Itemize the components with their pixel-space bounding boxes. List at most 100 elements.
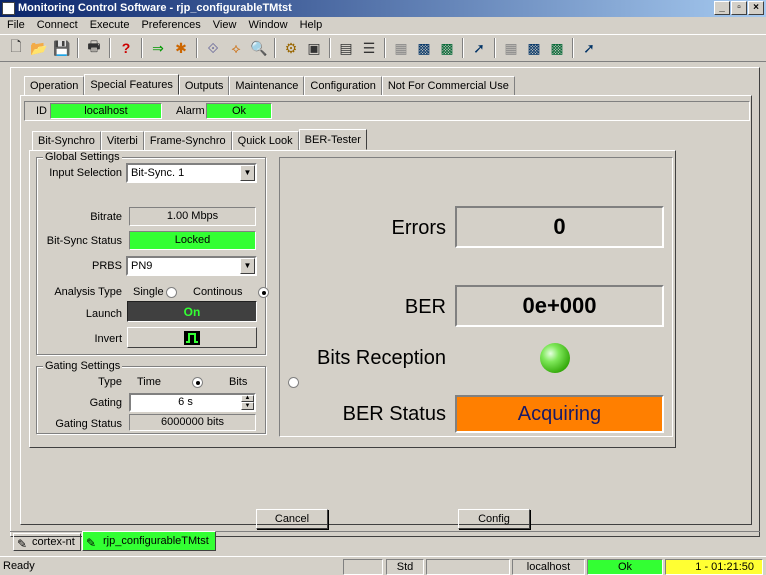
- type-label: Type: [98, 376, 122, 388]
- title-bar[interactable]: Monitoring Control Software - rjp_config…: [0, 0, 766, 17]
- list-icon[interactable]: ☰: [359, 38, 379, 58]
- bitrate-label: Bitrate: [90, 211, 122, 223]
- tab-frame-synchro[interactable]: Frame-Synchro: [143, 131, 232, 151]
- toolbar-separator: [141, 38, 143, 58]
- prbs-value: PN9: [131, 260, 153, 272]
- chart-3-icon[interactable]: ▩: [524, 38, 544, 58]
- prbs-label: PRBS: [92, 260, 122, 272]
- window-title: Monitoring Control Software - rjp_config…: [18, 2, 292, 14]
- ber-status-label: BER Status: [342, 403, 446, 425]
- status-cell-empty: [426, 559, 510, 575]
- config-button[interactable]: Config: [458, 509, 530, 529]
- ber-label: BER: [404, 296, 446, 318]
- new-file-icon[interactable]: 🗋: [6, 38, 26, 58]
- chevron-down-icon[interactable]: ▼: [240, 165, 255, 181]
- status-time: 1 - 01:21:50: [665, 559, 763, 575]
- toolbar-separator: [572, 38, 574, 58]
- gating-spinbox[interactable]: 6 s ▲ ▼: [129, 393, 256, 412]
- settings-icon[interactable]: ⚙: [281, 38, 301, 58]
- tab-maintenance[interactable]: Maintenance: [229, 76, 305, 96]
- bitsync-status-value: Locked: [129, 231, 256, 250]
- tab-outputs[interactable]: Outputs: [178, 76, 230, 96]
- cancel-button[interactable]: Cancel: [256, 509, 328, 529]
- zoom-icon[interactable]: 🔍: [249, 38, 269, 58]
- close-button[interactable]: ×: [748, 1, 764, 15]
- menu-connect[interactable]: Connect: [32, 17, 83, 34]
- menu-execute[interactable]: Execute: [85, 17, 135, 34]
- panel-icon[interactable]: ▣: [304, 38, 324, 58]
- grid-icon[interactable]: ▦: [391, 38, 411, 58]
- help-icon[interactable]: ?: [116, 38, 136, 58]
- signal-icon[interactable]: ➚: [469, 38, 489, 58]
- chevron-down-icon[interactable]: ▼: [240, 258, 255, 274]
- launch-button[interactable]: On: [127, 301, 257, 322]
- id-value: localhost: [50, 103, 162, 119]
- prbs-select[interactable]: PN9 ▼: [126, 256, 257, 276]
- bitsync-status-label: Bit-Sync Status: [46, 235, 122, 247]
- tab-operation[interactable]: Operation: [24, 76, 85, 96]
- status-ok: Ok: [587, 559, 663, 575]
- menu-view[interactable]: View: [208, 17, 242, 34]
- toolbar-separator: [274, 38, 276, 58]
- spin-down-icon[interactable]: ▼: [241, 402, 254, 410]
- menu-help[interactable]: Help: [295, 17, 328, 34]
- maximize-button[interactable]: ▫: [731, 1, 747, 15]
- ber-status-value: Acquiring: [517, 402, 602, 425]
- errors-value: 0: [553, 214, 566, 239]
- tab-configuration[interactable]: Configuration: [304, 76, 382, 96]
- alarm-value: Ok: [206, 103, 272, 119]
- menu-window[interactable]: Window: [243, 17, 292, 34]
- ber-value-field: 0e+000: [455, 285, 664, 327]
- monitor-icon[interactable]: ▤: [336, 38, 356, 58]
- input-selection-select[interactable]: Bit-Sync. 1 ▼: [126, 163, 257, 183]
- time-radio[interactable]: [192, 376, 204, 388]
- tab-special-features[interactable]: Special Features: [84, 74, 179, 95]
- gating-label: Gating: [89, 397, 122, 409]
- doc-tab-label: rjp_configurableTMtst: [103, 535, 209, 547]
- app-icon: [2, 2, 15, 15]
- errors-label: Errors: [391, 217, 446, 239]
- main-tab-strip: Operation Special Features Outputs Maint…: [24, 74, 515, 96]
- gating-status-label: Gating Status: [55, 418, 122, 430]
- continous-radio[interactable]: [258, 286, 270, 298]
- toolbar-separator: [196, 38, 198, 58]
- toolbar-separator: [329, 38, 331, 58]
- tab-bit-synchro[interactable]: Bit-Synchro: [32, 131, 101, 151]
- tab-ber-tester[interactable]: BER-Tester: [298, 129, 367, 150]
- tab-viterbi[interactable]: Viterbi: [100, 131, 144, 151]
- doc-tab-cortex-nt[interactable]: ✎ cortex-nt: [13, 533, 81, 551]
- status-host: localhost: [512, 559, 585, 575]
- chart-alt-icon[interactable]: ▩: [437, 38, 457, 58]
- menu-bar: File Connect Execute Preferences View Wi…: [0, 17, 766, 34]
- time-radio-label: Time: [137, 376, 162, 388]
- chart-4-icon[interactable]: ▩: [547, 38, 567, 58]
- gating-status-value: 6000000 bits: [129, 414, 256, 431]
- doc-tab-rjp-configurable[interactable]: ✎ rjp_configurableTMtst: [82, 531, 216, 551]
- link-icon[interactable]: ⟐: [203, 38, 223, 58]
- chart-icon[interactable]: ▩: [414, 38, 434, 58]
- grid-alt-icon[interactable]: ▦: [501, 38, 521, 58]
- single-radio-label: Single: [133, 286, 164, 298]
- save-icon[interactable]: 💾: [52, 38, 72, 58]
- open-folder-icon[interactable]: 📂: [29, 38, 49, 58]
- bits-reception-led-icon: [540, 343, 570, 373]
- print-icon[interactable]: 🖶: [84, 38, 104, 58]
- minimize-button[interactable]: _: [714, 1, 730, 15]
- signal-alt-icon[interactable]: ➚: [579, 38, 599, 58]
- single-radio[interactable]: [166, 286, 177, 298]
- invert-label: Invert: [94, 333, 122, 345]
- menu-preferences[interactable]: Preferences: [136, 17, 205, 34]
- unlink-icon[interactable]: ⟡: [226, 38, 246, 58]
- toolbar: 🗋 📂 💾 🖶 ? ⇒ ✱ ⟐ ⟡ 🔍 ⚙ ▣ ▤ ☰ ▦ ▩ ▩ ➚ ▦ ▩ …: [0, 34, 766, 62]
- input-selection-label: Input Selection: [49, 167, 122, 179]
- tab-quick-look[interactable]: Quick Look: [231, 131, 299, 151]
- spin-up-icon[interactable]: ▲: [241, 395, 254, 402]
- bits-reception-label: Bits Reception: [317, 347, 446, 369]
- execute-icon[interactable]: ✱: [171, 38, 191, 58]
- toolbar-separator: [77, 38, 79, 58]
- status-ready: Ready: [3, 560, 35, 572]
- invert-button[interactable]: [127, 327, 257, 348]
- menu-file[interactable]: File: [2, 17, 30, 34]
- tab-not-for-commercial-use[interactable]: Not For Commercial Use: [381, 76, 515, 96]
- connect-icon[interactable]: ⇒: [148, 38, 168, 58]
